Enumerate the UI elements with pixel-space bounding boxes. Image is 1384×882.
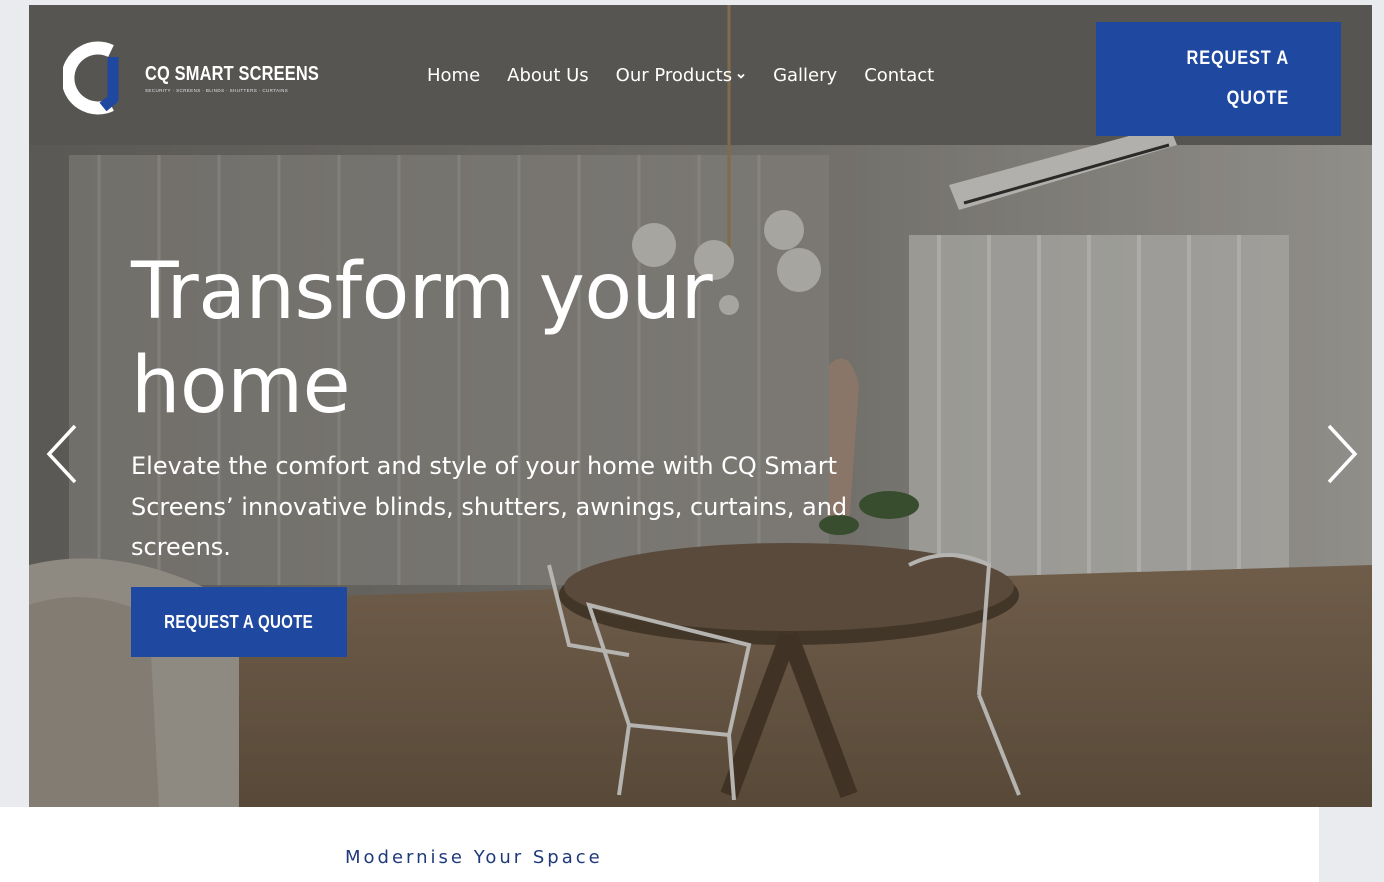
hero-subtext: Elevate the comfort and style of your ho… (131, 452, 848, 561)
chevron-down-icon (737, 73, 745, 79)
nav-home[interactable]: Home (427, 65, 480, 86)
brand-tagline: SECURITY · SCREENS · BLINDS · SHUTTERS ·… (145, 88, 289, 93)
hero-request-quote-button[interactable]: REQUEST A QUOTE (131, 587, 347, 657)
nav-gallery-label: Gallery (773, 65, 838, 86)
nav-gallery[interactable]: Gallery (773, 65, 837, 86)
nav-about-us-label: About Us (507, 65, 589, 86)
nav-our-products[interactable]: Our Products (616, 65, 746, 86)
header-request-quote-button[interactable]: REQUEST A QUOTE (1096, 22, 1341, 136)
nav-contact[interactable]: Contact (864, 65, 934, 86)
chevron-left-icon[interactable] (43, 422, 83, 486)
hero-slider: CQ SMART SCREENS SECURITY · SCREENS · BL… (29, 5, 1372, 807)
main-nav: Home About Us Our Products Gallery Conta… (427, 65, 961, 86)
section-kicker: Modernise Your Space (345, 847, 603, 868)
nav-contact-label: Contact (864, 65, 935, 86)
header-request-quote-label: REQUEST A QUOTE (1186, 48, 1289, 109)
brand-name: CQ SMART SCREENS (145, 63, 319, 85)
chevron-right-icon[interactable] (1321, 422, 1361, 486)
nav-about-us[interactable]: About Us (507, 65, 589, 86)
cq-logo-icon (63, 41, 119, 115)
nav-our-products-label: Our Products (615, 65, 733, 86)
hero-headline: Transform your home (131, 247, 713, 431)
nav-home-label: Home (427, 65, 481, 86)
intro-section: Modernise Your Space (0, 807, 1319, 882)
hero-request-quote-label: REQUEST A QUOTE (164, 611, 314, 632)
site-logo[interactable]: CQ SMART SCREENS SECURITY · SCREENS · BL… (63, 41, 357, 115)
